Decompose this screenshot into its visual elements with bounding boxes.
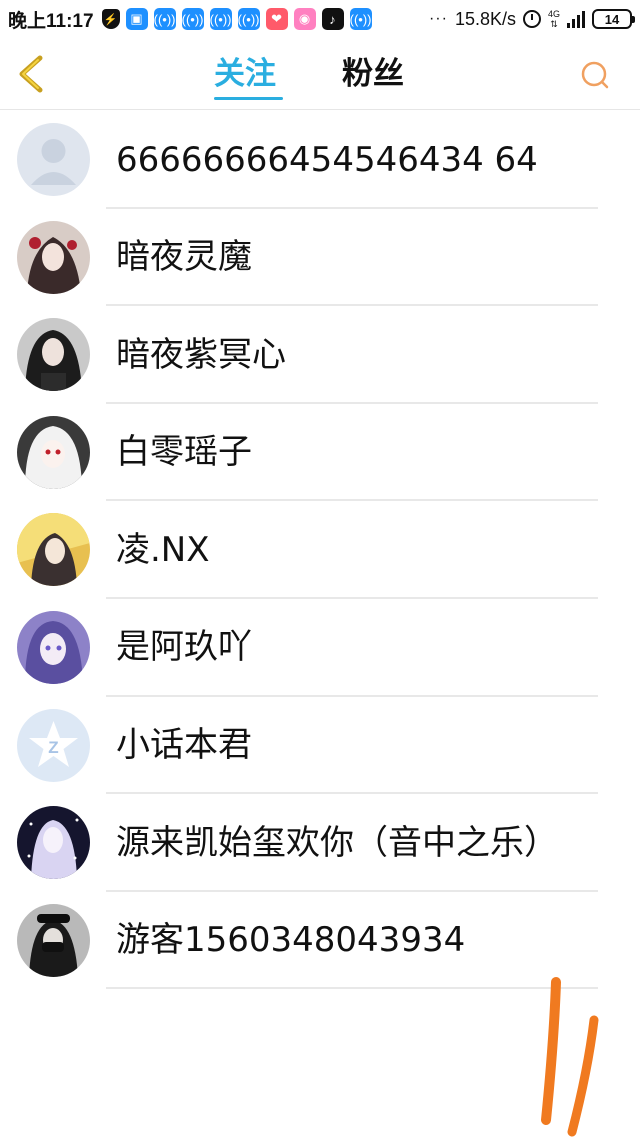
list-item-name: 暗夜紫冥心 xyxy=(116,334,286,375)
app-icon: ❤ xyxy=(265,8,288,30)
wifi-hotspot-icon: ((•)) xyxy=(209,8,232,30)
list-item-name: 凌.NX xyxy=(116,529,210,570)
orange-brush-strokes xyxy=(541,977,599,1137)
list-item-name: 是阿玖吖 xyxy=(116,627,252,668)
app-icon: ▣ xyxy=(125,8,148,30)
list-item[interactable]: Z 小话本君 xyxy=(0,697,640,795)
list-item[interactable]: 凌.NX xyxy=(0,501,640,599)
network-speed: 15.8K/s xyxy=(454,8,516,29)
follow-list: 66666666454546434 64 暗夜灵魔 暗夜紫冥心 白零瑶子 凌.N… xyxy=(0,111,640,990)
list-item-name: 66666666454546434 64 xyxy=(116,139,538,180)
wifi-hotspot-icon: ((•)) xyxy=(181,8,204,30)
list-item[interactable]: 暗夜灵魔 xyxy=(0,209,640,307)
list-item[interactable]: 暗夜紫冥心 xyxy=(0,306,640,404)
anime-girl-dark-avatar xyxy=(17,318,90,392)
status-bar: 晚上11:17 ⚡ ▣ ((•)) ((•)) ((•)) ((•)) ❤ ◉ … xyxy=(0,0,640,38)
network-type: 4G ⇅ xyxy=(547,9,560,29)
list-item-name: 小话本君 xyxy=(116,725,252,766)
anime-girl-red-avatar xyxy=(17,220,90,294)
anime-girl-sparkle-avatar xyxy=(17,806,90,880)
list-item-name: 源来凯始玺欢你（音中之乐） xyxy=(116,822,558,863)
tab-follow[interactable]: 关注 xyxy=(214,54,276,94)
qzone-logo-avatar: Z xyxy=(17,708,90,782)
svg-text:Z: Z xyxy=(48,738,58,757)
list-item-name: 暗夜灵魔 xyxy=(116,237,252,278)
chevron-left-icon[interactable] xyxy=(14,54,48,94)
top-nav: 关注 粉丝 xyxy=(0,40,640,110)
battery-level: 14 xyxy=(604,11,620,27)
wifi-hotspot-icon: ((•)) xyxy=(153,8,176,30)
list-item-name: 白零瑶子 xyxy=(116,432,252,473)
anime-girl-purple-avatar xyxy=(17,610,90,684)
tab-fans[interactable]: 粉丝 xyxy=(342,54,404,94)
masked-person-avatar xyxy=(17,903,90,977)
shield-icon: ⚡ xyxy=(101,9,120,29)
anime-girl-white-avatar xyxy=(17,415,90,489)
list-item[interactable]: 白零瑶子 xyxy=(0,404,640,502)
tab-active-indicator xyxy=(214,97,283,100)
search-icon[interactable] xyxy=(580,60,610,90)
camera-app-icon: ◉ xyxy=(293,8,316,30)
list-item[interactable]: 是阿玖吖 xyxy=(0,599,640,697)
status-time: 晚上11:17 xyxy=(8,10,94,32)
battery-icon: 14 xyxy=(592,9,635,29)
wifi-hotspot-icon: ((•)) xyxy=(237,8,260,30)
signal-icon xyxy=(567,10,585,28)
default-person-avatar xyxy=(17,123,90,196)
notification-icons: ⚡ ▣ ((•)) ((•)) ((•)) ((•)) ❤ ◉ ♪ ((•)) xyxy=(101,8,372,30)
wifi-hotspot-icon: ((•)) xyxy=(349,8,372,30)
more-notifications-dots: ··· xyxy=(428,10,448,27)
anime-character-yellow-avatar xyxy=(17,513,90,587)
list-item[interactable]: 源来凯始玺欢你（音中之乐） xyxy=(0,794,640,892)
alarm-icon xyxy=(522,10,541,28)
list-item[interactable]: 66666666454546434 64 xyxy=(0,111,640,209)
tiktok-icon: ♪ xyxy=(321,8,344,30)
